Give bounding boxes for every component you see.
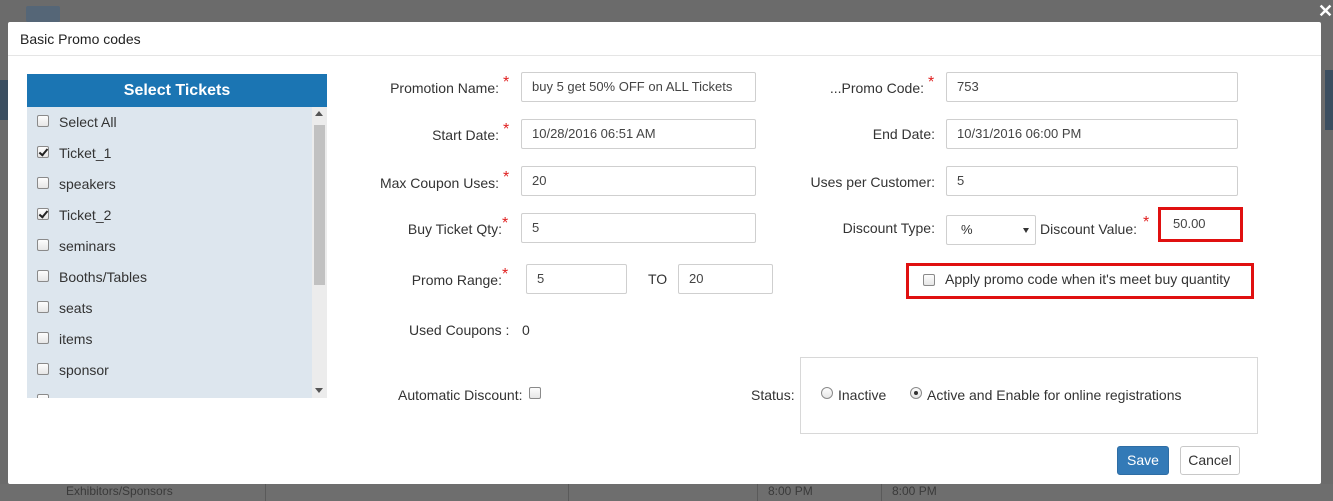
ticket-item-ticket-2[interactable]: Ticket_2: [27, 200, 312, 231]
background-row-time: 8:00 PM: [892, 484, 937, 498]
chevron-down-icon: [1023, 228, 1029, 233]
ticket-item-sponsor[interactable]: sponsor: [27, 355, 312, 386]
scrollbar-thumb[interactable]: [314, 125, 325, 285]
cancel-button[interactable]: Cancel: [1180, 446, 1240, 475]
discount-type-value: %: [961, 222, 973, 237]
dialog-header: Basic Promo codes: [8, 22, 1321, 56]
ticket-label: Ticket_1: [59, 145, 112, 161]
required-marker: *: [503, 169, 510, 186]
checkbox[interactable]: [37, 146, 49, 158]
status-label: Status:: [751, 387, 795, 403]
checkbox[interactable]: [37, 301, 49, 313]
promo-codes-dialog: Basic Promo codes Select Tickets Select …: [8, 22, 1321, 484]
promo-code-label: ...Promo Code:: [829, 80, 924, 96]
ticket-item-speakers[interactable]: speakers: [27, 169, 312, 200]
ticket-label: sponsor: [59, 362, 109, 378]
scroll-down-icon[interactable]: [315, 388, 323, 393]
ticket-label: Booths/Tables: [59, 269, 147, 285]
required-marker: *: [1143, 214, 1150, 231]
ticket-label: Select All: [59, 114, 117, 130]
ticket-label: items: [59, 331, 93, 347]
buy-ticket-qty-label: Buy Ticket Qty:: [407, 221, 502, 237]
ticket-item-seminars[interactable]: seminars: [27, 231, 312, 262]
checkbox[interactable]: [37, 177, 49, 189]
checkbox[interactable]: [37, 239, 49, 251]
promotion-name-label: Promotion Name:: [390, 80, 499, 96]
discount-value-input[interactable]: 50.00: [1163, 212, 1238, 237]
ticket-item-select-all[interactable]: Select All: [27, 107, 312, 138]
max-coupon-uses-input[interactable]: 20: [521, 166, 756, 196]
scroll-up-icon[interactable]: [315, 111, 323, 116]
discount-value-label: Discount Value:: [1040, 221, 1138, 237]
required-marker: *: [503, 121, 510, 138]
background-table-row: Exhibitors/Sponsors 8:00 PM 8:00 PM: [0, 484, 1333, 501]
ticket-selector: Select Tickets Select All Ticket_1 speak…: [27, 74, 327, 398]
close-icon[interactable]: ✕: [1318, 2, 1333, 20]
start-date-label: Start Date:: [432, 127, 499, 143]
promo-range-to-label: TO: [648, 271, 668, 287]
used-coupons-label: Used Coupons :: [409, 322, 510, 338]
status-inactive-label[interactable]: Inactive: [838, 387, 886, 403]
ticket-item-partial[interactable]: [27, 386, 312, 398]
dialog-title: Basic Promo codes: [20, 31, 141, 47]
status-inactive-radio[interactable]: [821, 387, 833, 399]
promo-range-label: Promo Range:: [411, 272, 502, 288]
ticket-item-seats[interactable]: seats: [27, 293, 312, 324]
automatic-discount-checkbox[interactable]: [529, 387, 541, 399]
automatic-discount-label: Automatic Discount:: [398, 387, 523, 403]
uses-per-customer-input[interactable]: 5: [946, 166, 1238, 196]
ticket-selector-header: Select Tickets: [27, 74, 327, 107]
promo-range-to-input[interactable]: 20: [678, 264, 773, 294]
checkbox[interactable]: [37, 270, 49, 282]
status-active-label[interactable]: Active and Enable for online registratio…: [927, 387, 1181, 403]
checkbox[interactable]: [37, 208, 49, 220]
required-marker: *: [502, 266, 509, 283]
ticket-label: speakers: [59, 176, 116, 192]
ticket-item-ticket-1[interactable]: Ticket_1: [27, 138, 312, 169]
promo-code-input[interactable]: 753: [946, 72, 1238, 102]
end-date-input[interactable]: 10/31/2016 06:00 PM: [946, 119, 1238, 149]
checkbox[interactable]: [37, 115, 49, 127]
ticket-label: Ticket_2: [59, 207, 112, 223]
status-active-radio[interactable]: [910, 387, 922, 399]
required-marker: *: [502, 215, 509, 232]
ticket-item-booths-tables[interactable]: Booths/Tables: [27, 262, 312, 293]
used-coupons-value: 0: [522, 322, 530, 338]
background-logo: [26, 6, 60, 22]
checkbox[interactable]: [37, 332, 49, 344]
checkbox[interactable]: [37, 363, 49, 375]
buy-ticket-qty-input[interactable]: 5: [521, 213, 756, 243]
ticket-list[interactable]: Select All Ticket_1 speakers Ticket_2 se…: [27, 107, 312, 398]
required-marker: *: [928, 74, 935, 91]
discount-type-select[interactable]: %: [946, 215, 1036, 245]
background-row-label: Exhibitors/Sponsors: [66, 484, 173, 498]
background-sidebar-right: [1325, 70, 1333, 130]
uses-per-customer-label: Uses per Customer:: [810, 174, 935, 190]
discount-type-label: Discount Type:: [842, 220, 935, 236]
start-date-input[interactable]: 10/28/2016 06:51 AM: [521, 119, 756, 149]
checkbox[interactable]: [37, 394, 49, 398]
ticket-item-items[interactable]: items: [27, 324, 312, 355]
ticket-label: seminars: [59, 238, 116, 254]
max-coupon-uses-label: Max Coupon Uses:: [379, 175, 499, 191]
ticket-list-scrollbar[interactable]: [312, 107, 327, 398]
background-row-time: 8:00 PM: [768, 484, 813, 498]
required-marker: *: [503, 74, 510, 91]
promo-range-from-input[interactable]: 5: [526, 264, 627, 294]
apply-promo-label: Apply promo code when it's meet buy quan…: [945, 271, 1231, 287]
apply-promo-checkbox[interactable]: [923, 274, 935, 286]
promotion-name-input[interactable]: buy 5 get 50% OFF on ALL Tickets: [521, 72, 756, 102]
end-date-label: End Date:: [872, 126, 935, 142]
save-button[interactable]: Save: [1117, 446, 1169, 475]
ticket-label: seats: [59, 300, 93, 316]
background-sidebar: [0, 80, 8, 120]
